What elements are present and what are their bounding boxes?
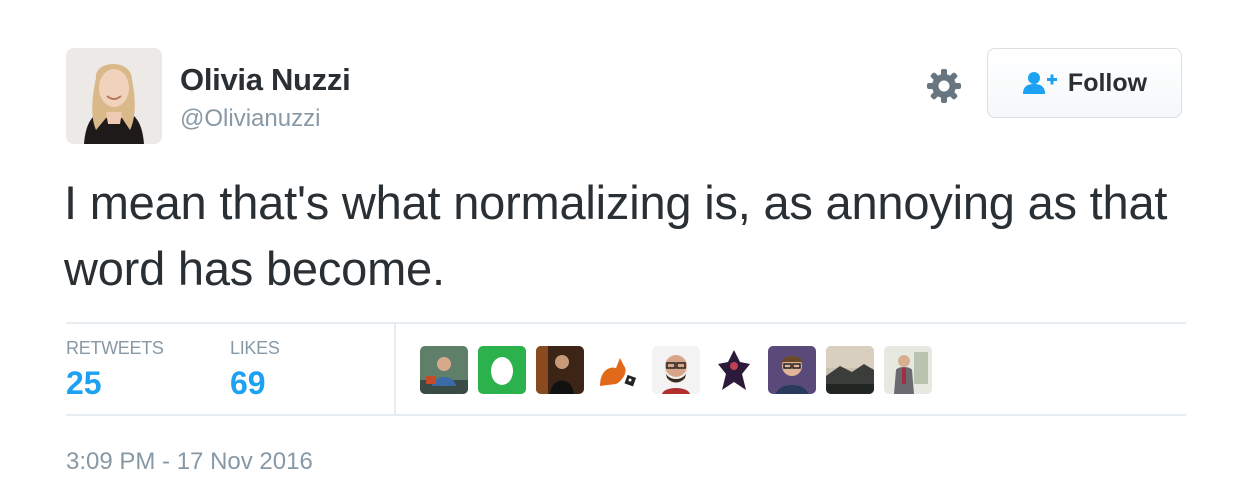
avatar[interactable] [66,48,162,144]
likes-stat[interactable]: LIKES 69 [230,338,280,401]
gear-icon[interactable] [924,66,964,106]
follow-button-label: Follow [1067,68,1148,97]
retweets-label: RETWEETS [66,338,164,358]
liker-avatar[interactable] [768,346,816,394]
display-name[interactable]: Olivia Nuzzi [180,62,351,98]
tweet-timestamp[interactable]: 3:09 PM - 17 Nov 2016 [66,448,313,476]
likes-count: 69 [230,365,266,401]
retweets-stat[interactable]: RETWEETS 25 [66,338,164,401]
liker-avatar[interactable] [594,346,642,394]
liker-avatar[interactable] [420,346,468,394]
stats-vertical-divider [394,322,396,416]
stats-top-divider [66,322,1186,324]
liker-avatar[interactable] [884,346,932,394]
liker-avatar[interactable] [536,346,584,394]
tweet-text: I mean that's what normalizing is, as an… [64,176,1168,295]
avatar-photo [66,48,162,144]
follow-button[interactable]: Follow [987,48,1182,118]
retweets-count: 25 [66,365,102,401]
liker-avatar[interactable] [478,346,526,394]
liker-avatar[interactable] [710,346,758,394]
liker-avatar[interactable] [652,346,700,394]
liker-avatar[interactable] [826,346,874,394]
user-handle[interactable]: @Olivianuzzi [180,105,320,133]
stats-bottom-divider [66,414,1186,416]
likes-label: LIKES [230,338,280,358]
person-add-icon [1022,72,1057,94]
